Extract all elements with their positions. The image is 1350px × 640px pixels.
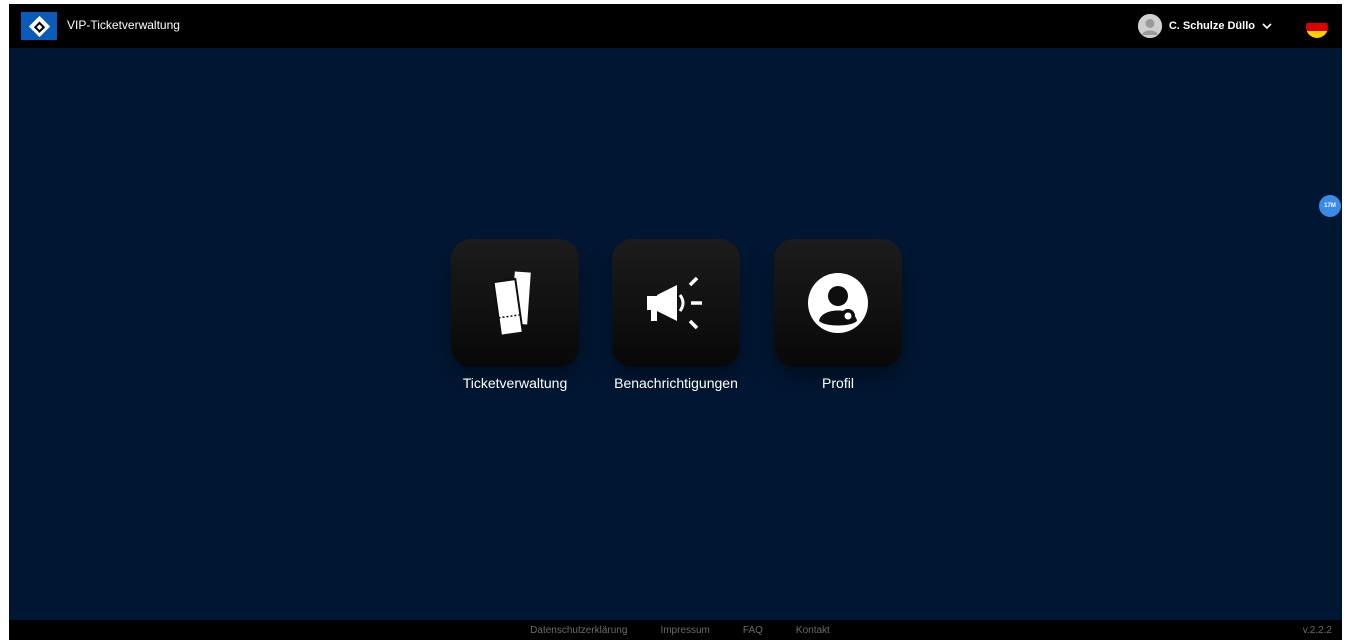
tile-label: Ticketverwaltung: [462, 375, 568, 391]
user-menu[interactable]: C. Schulze Düllo: [1137, 13, 1272, 39]
side-badge[interactable]: 17M: [1319, 195, 1341, 217]
chevron-down-icon: [1262, 19, 1272, 33]
footer-link-kontakt[interactable]: Kontakt: [796, 625, 830, 636]
tile-benachrichtigungen[interactable]: Benachrichtigungen: [611, 239, 741, 391]
hsv-logo-icon[interactable]: [21, 12, 57, 40]
tile-profil[interactable]: Profil: [773, 239, 903, 391]
tile-label: Benachrichtigungen: [614, 375, 738, 391]
footer-link-impressum[interactable]: Impressum: [660, 625, 709, 636]
top-bar: VIP-Ticketverwaltung C. Schulze Düllo: [9, 4, 1342, 48]
tile-profil-box[interactable]: [774, 239, 902, 367]
app-frame: VIP-Ticketverwaltung C. Schulze Düllo 17…: [9, 4, 1342, 640]
megaphone-icon: [647, 276, 702, 330]
tile-ticketverwaltung[interactable]: Ticketverwaltung: [450, 239, 580, 391]
tile-label: Profil: [822, 375, 854, 391]
tile-ticketverwaltung-box[interactable]: [451, 239, 579, 367]
user-name: C. Schulze Düllo: [1168, 20, 1255, 32]
tile-benachrichtigungen-box[interactable]: [612, 239, 740, 367]
footer-links: Datenschutzerklärung Impressum FAQ Konta…: [9, 625, 1342, 636]
germany-flag-icon[interactable]: [1306, 16, 1328, 38]
user-avatar-icon: [1137, 14, 1162, 38]
tickets-icon: [492, 271, 531, 337]
footer: Datenschutzerklärung Impressum FAQ Konta…: [9, 620, 1342, 640]
version-label: v.2.2.2: [1302, 625, 1332, 636]
footer-link-datenschutz[interactable]: Datenschutzerklärung: [530, 625, 627, 636]
avatar: [1137, 14, 1162, 38]
app-title[interactable]: VIP-Ticketverwaltung: [67, 18, 180, 32]
user-profile-icon: [808, 273, 868, 333]
footer-link-faq[interactable]: FAQ: [743, 625, 763, 636]
